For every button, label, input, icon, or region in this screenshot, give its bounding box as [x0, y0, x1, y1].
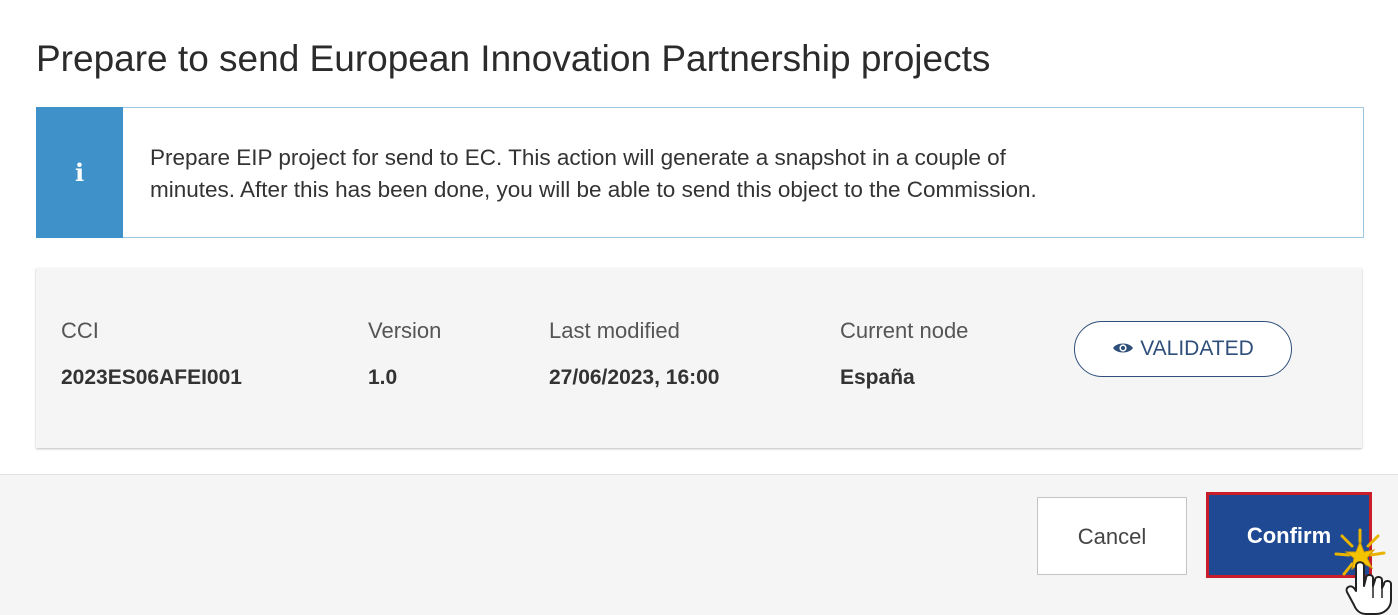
version-field: Version 1.0: [368, 318, 441, 390]
cci-field: CCI 2023ES06AFEI001: [61, 318, 242, 390]
dialog-title: Prepare to send European Innovation Part…: [36, 38, 991, 79]
current-node-value: España: [840, 366, 915, 389]
info-icon: i: [74, 158, 85, 187]
version-label: Version: [368, 318, 442, 343]
eye-icon: [1113, 343, 1134, 353]
prepare-send-dialog: Prepare to send European Innovation Part…: [0, 0, 1398, 615]
current-node-label: Current node: [840, 318, 969, 343]
cci-value: 2023ES06AFEI001: [61, 366, 242, 389]
info-text-line-1: Prepare EIP project for send to EC. This…: [150, 145, 1006, 170]
confirm-button[interactable]: Confirm: [1206, 492, 1372, 578]
object-summary-card: CCI 2023ES06AFEI001 Version 1.0 Last mod…: [36, 268, 1362, 448]
info-message: i Prepare EIP project for send to EC. Th…: [36, 107, 1364, 238]
status-badge: VALIDATED: [1074, 321, 1292, 377]
cancel-button[interactable]: Cancel: [1037, 497, 1187, 575]
current-node-field: Current node España: [840, 318, 968, 390]
info-icon-strip: i: [36, 107, 123, 238]
version-value: 1.0: [368, 366, 398, 389]
last-modified-value: 27/06/2023, 16:00: [549, 366, 720, 389]
info-text: Prepare EIP project for send to EC. This…: [150, 142, 1340, 206]
status-badge-label: VALIDATED: [1140, 337, 1254, 360]
last-modified-field: Last modified 27/06/2023, 16:00: [549, 318, 719, 390]
dialog-footer: Cancel Confirm: [0, 475, 1398, 615]
last-modified-label: Last modified: [549, 318, 680, 343]
cci-label: CCI: [61, 318, 99, 343]
info-text-line-2: minutes. After this has been done, you w…: [150, 177, 1037, 202]
